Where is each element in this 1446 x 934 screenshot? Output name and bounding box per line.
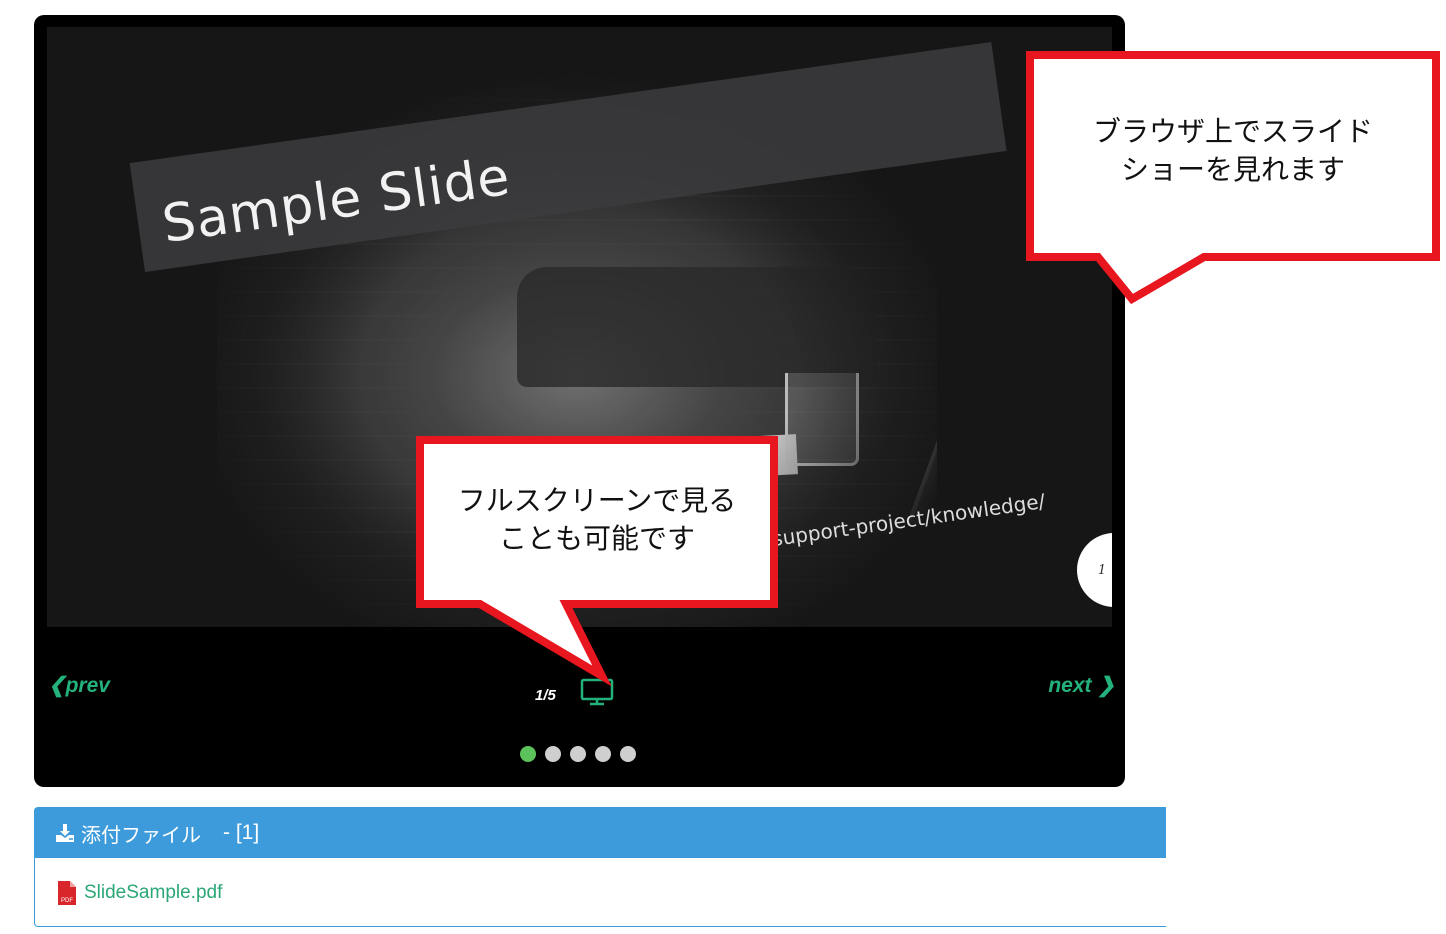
- next-button[interactable]: next ❯: [1048, 673, 1115, 698]
- svg-text:PDF: PDF: [61, 898, 73, 904]
- attachments-panel: 添付ファイル - [1] PDF SlideSample.pdf: [34, 807, 1166, 927]
- chevron-right-icon: ❯: [1097, 674, 1115, 697]
- pagination-dot[interactable]: [570, 746, 586, 762]
- callout-fullscreen-shape: [416, 436, 778, 687]
- photo-bag: [517, 267, 877, 387]
- slide-page-badge: 1: [1077, 533, 1112, 607]
- callout-fullscreen-text: フルスクリーンで見る ことも可能です: [426, 482, 768, 558]
- pagination-dot[interactable]: [520, 746, 536, 762]
- callout-slideshow: ブラウザ上でスライド ショーを見れます: [1026, 51, 1440, 305]
- photo-glass: [785, 373, 859, 466]
- callout-fullscreen-line-1: フルスクリーンで見る: [457, 484, 737, 517]
- callout-slideshow-line-1: ブラウザ上でスライド: [1092, 115, 1373, 148]
- attachment-link[interactable]: SlideSample.pdf: [84, 882, 222, 904]
- pdf-file-icon: PDF: [58, 881, 76, 905]
- attachments-header: 添付ファイル - [1]: [35, 808, 1166, 858]
- download-icon: [56, 824, 74, 842]
- chevron-left-icon: ❮: [48, 674, 66, 697]
- prev-label: prev: [65, 674, 110, 697]
- next-label: next: [1048, 674, 1092, 697]
- pagination-dot[interactable]: [595, 746, 611, 762]
- callout-fullscreen: フルスクリーンで見る ことも可能です: [416, 436, 778, 687]
- prev-button[interactable]: ❮prev: [48, 673, 110, 698]
- attachments-title: 添付ファイル: [81, 822, 201, 847]
- slide-pagination-dots: [520, 746, 636, 762]
- pagination-dot[interactable]: [545, 746, 561, 762]
- slide-counter: 1/5: [535, 687, 556, 704]
- callout-slideshow-line-2: ショーを見れます: [1120, 153, 1345, 186]
- attachments-count: - [1]: [223, 821, 260, 844]
- callout-slideshow-text: ブラウザ上でスライド ショーを見れます: [1046, 113, 1420, 189]
- pagination-dot[interactable]: [620, 746, 636, 762]
- attachment-item[interactable]: PDF SlideSample.pdf: [57, 880, 222, 906]
- callout-fullscreen-line-2: ことも可能です: [498, 522, 695, 555]
